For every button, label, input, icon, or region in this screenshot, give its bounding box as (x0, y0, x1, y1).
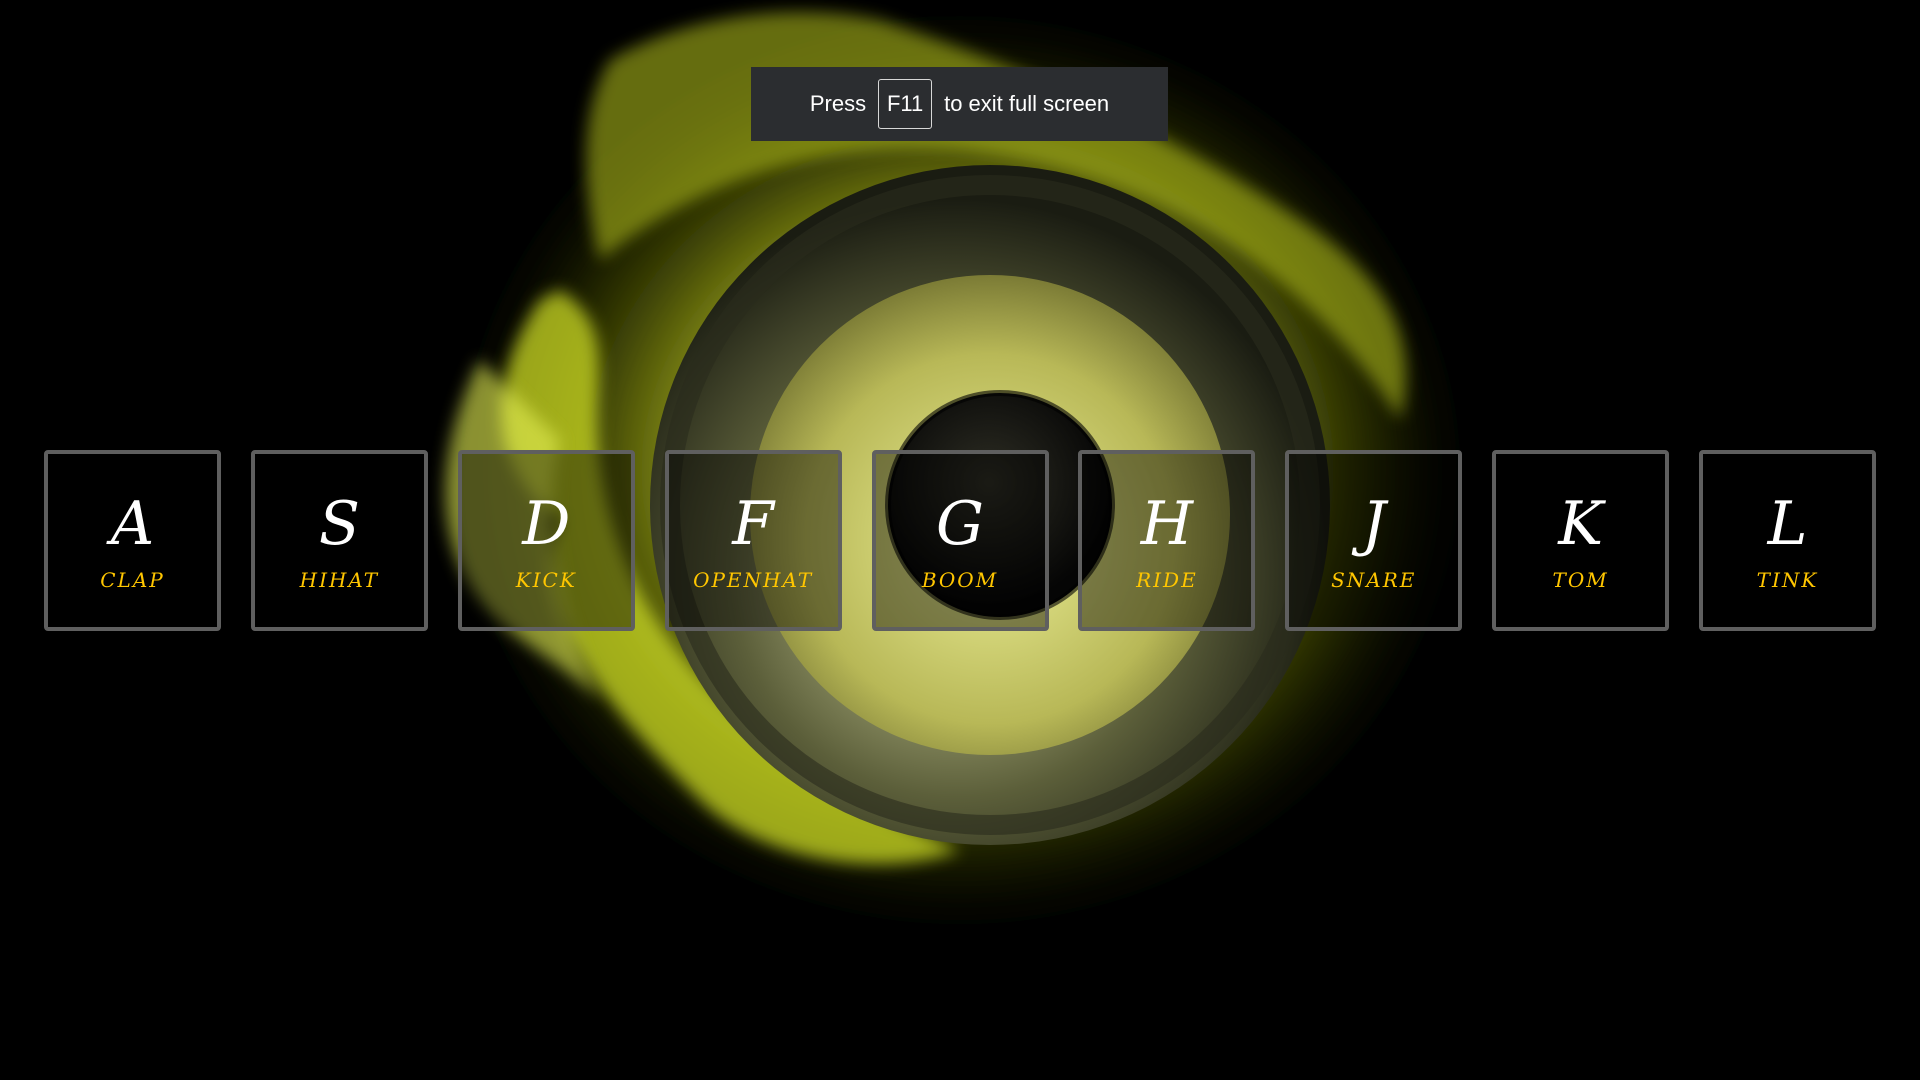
fullscreen-key-badge: F11 (878, 79, 933, 129)
key-sound-label: TINK (1756, 568, 1819, 592)
drum-key-tink[interactable]: L TINK (1699, 450, 1876, 631)
fullscreen-notice: Press F11 to exit full screen (751, 67, 1168, 141)
key-letter: A (110, 489, 155, 559)
drum-key-clap[interactable]: A CLAP (44, 450, 221, 631)
key-letter: F (732, 489, 774, 559)
key-letter: J (1361, 489, 1386, 559)
key-sound-label: SNARE (1331, 568, 1417, 592)
drum-key-tom[interactable]: K TOM (1492, 450, 1670, 631)
key-sound-label: TOM (1552, 568, 1609, 592)
fullscreen-notice-suffix: to exit full screen (944, 91, 1110, 116)
key-letter: H (1140, 489, 1194, 559)
drum-key-openhat[interactable]: F OPENHAT (664, 450, 842, 631)
drum-key-boom[interactable]: G BOOM (871, 450, 1049, 631)
key-sound-label: HIHAT (299, 568, 380, 592)
fullscreen-notice-prefix: Press (809, 91, 867, 116)
key-letter: L (1767, 489, 1808, 559)
drum-key-ride[interactable]: H RIDE (1078, 450, 1256, 631)
key-sound-label: CLAP (100, 568, 165, 592)
drum-key-hihat[interactable]: S HIHAT (250, 450, 428, 631)
key-sound-label: BOOM (921, 568, 999, 592)
drum-key-kick[interactable]: D KICK (457, 450, 635, 631)
key-sound-label: RIDE (1136, 568, 1198, 592)
key-letter: G (936, 489, 984, 559)
key-letter: K (1558, 489, 1604, 559)
key-letter: S (318, 489, 360, 559)
drum-keys-row: A CLAP S HIHAT D KICK F OPENHAT G BOOM H… (44, 450, 1876, 631)
key-letter: D (522, 489, 571, 559)
key-sound-label: OPENHAT (693, 568, 814, 592)
drum-key-snare[interactable]: J SNARE (1285, 450, 1463, 631)
key-sound-label: KICK (515, 568, 577, 592)
